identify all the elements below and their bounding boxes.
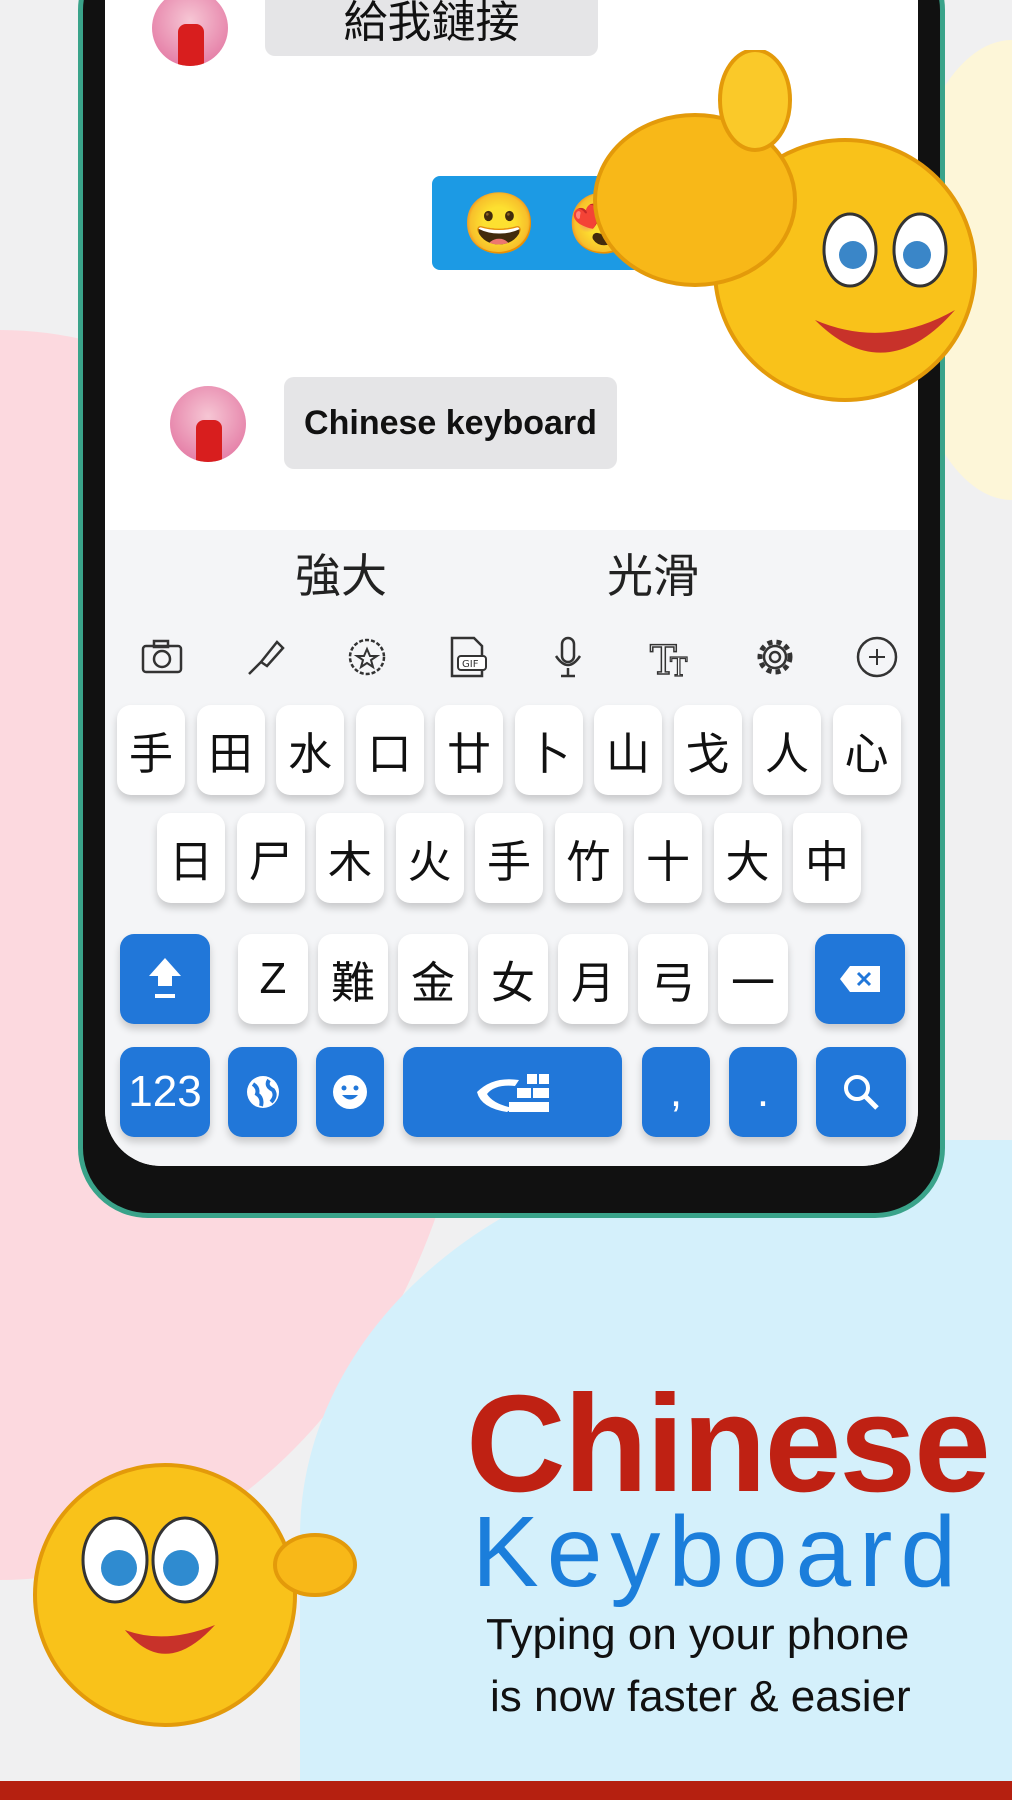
- key[interactable]: 一: [718, 934, 788, 1024]
- grin-emoji: 😀: [462, 189, 537, 257]
- font-icon: TT: [649, 637, 688, 682]
- avatar: [152, 0, 228, 66]
- candidate-word[interactable]: 強大: [295, 540, 387, 606]
- sticker-icon: [348, 638, 386, 676]
- key[interactable]: 水: [276, 705, 344, 795]
- key[interactable]: 卜: [514, 705, 583, 795]
- svg-text:GIF: GIF: [462, 659, 479, 670]
- brush-button[interactable]: [239, 632, 289, 682]
- key[interactable]: 金: [398, 934, 468, 1024]
- search-key[interactable]: [816, 1047, 906, 1137]
- key[interactable]: 大: [713, 813, 782, 903]
- add-button[interactable]: [852, 632, 902, 682]
- message-bubble: 給我鏈接: [265, 0, 598, 56]
- promo-title-line2: Keyboard: [472, 1496, 965, 1608]
- microphone-button[interactable]: [543, 632, 593, 682]
- key[interactable]: 竹: [554, 813, 623, 903]
- key[interactable]: 火: [395, 813, 464, 903]
- brush-icon: [248, 640, 285, 675]
- shift-icon: [149, 958, 181, 998]
- svg-text:T: T: [670, 653, 688, 682]
- key[interactable]: 口: [355, 705, 424, 795]
- emoji-icon: [333, 1075, 367, 1109]
- key[interactable]: 人: [753, 705, 821, 795]
- key[interactable]: 手: [475, 813, 543, 903]
- candidate-word[interactable]: 光滑: [607, 540, 699, 606]
- emoji-key[interactable]: [316, 1047, 384, 1137]
- gif-button[interactable]: GIF: [442, 632, 492, 682]
- globe-icon: [246, 1076, 279, 1108]
- backspace-icon: [840, 966, 880, 992]
- sticker-button[interactable]: [342, 632, 392, 682]
- key[interactable]: 手: [117, 705, 185, 795]
- space-key[interactable]: [403, 1047, 622, 1137]
- settings-icon: [757, 639, 793, 675]
- key[interactable]: 木: [316, 813, 384, 903]
- add-icon: [856, 636, 898, 678]
- key[interactable]: 女: [478, 934, 548, 1024]
- key[interactable]: 月: [558, 934, 628, 1024]
- key[interactable]: 山: [594, 705, 662, 795]
- language-key[interactable]: [228, 1047, 297, 1137]
- period-key[interactable]: .: [729, 1047, 797, 1137]
- promo-tagline: Typing on your phone: [486, 1610, 910, 1659]
- search-icon: [844, 1075, 879, 1110]
- thumbs-up-emoji-sticker: [593, 50, 977, 402]
- message-bubble: Chinese keyboard: [284, 377, 617, 469]
- candidate-bar: 強大 光滑: [105, 530, 918, 610]
- key[interactable]: 十: [634, 813, 702, 903]
- key[interactable]: 弓: [638, 934, 708, 1024]
- bottom-bar: [0, 1781, 1012, 1800]
- key[interactable]: 難: [318, 934, 388, 1024]
- comma-key[interactable]: ,: [642, 1047, 710, 1137]
- promo-tagline: is now faster & easier: [490, 1672, 911, 1721]
- key[interactable]: 田: [196, 705, 265, 795]
- settings-button[interactable]: [750, 632, 800, 682]
- camera-button[interactable]: [137, 632, 187, 682]
- key[interactable]: 戈: [673, 705, 742, 795]
- camera-icon: [141, 639, 183, 674]
- waving-emoji-sticker: [33, 1463, 357, 1727]
- avatar: [170, 386, 246, 462]
- key[interactable]: Z: [238, 934, 308, 1024]
- key[interactable]: 中: [793, 813, 861, 903]
- key[interactable]: 尸: [236, 813, 305, 903]
- shift-key[interactable]: [120, 934, 210, 1024]
- message-text: 給我鏈接: [343, 0, 520, 47]
- key[interactable]: 廿: [435, 705, 503, 795]
- font-button[interactable]: TT: [646, 632, 696, 682]
- message-text: Chinese keyboard: [304, 403, 597, 442]
- numbers-key[interactable]: 123: [120, 1047, 210, 1137]
- microphone-icon: [554, 636, 582, 678]
- gif-icon: GIF: [450, 636, 487, 678]
- key[interactable]: 心: [832, 705, 901, 795]
- backspace-key[interactable]: [815, 934, 905, 1024]
- keyboard: GIF T T 手田水口廿卜山戈人心日尸木火手竹十大中 Z 難金女月弓一 123,.: [105, 610, 918, 1166]
- keyboard-logo-icon: [476, 1074, 549, 1112]
- key[interactable]: 日: [157, 813, 225, 903]
